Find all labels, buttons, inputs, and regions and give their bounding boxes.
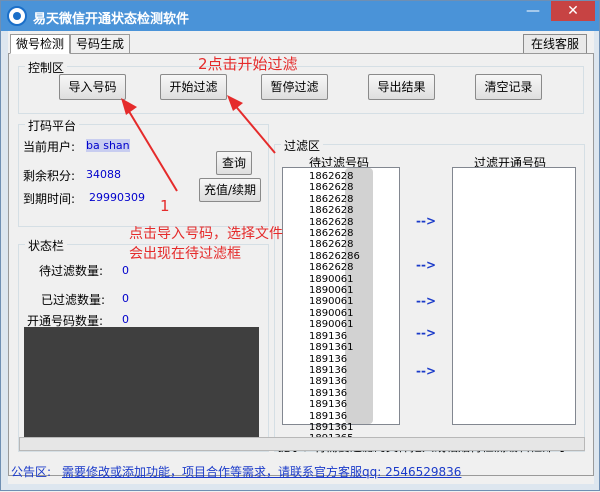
number-line: 1862628 xyxy=(309,239,354,251)
transfer-arrow: --> xyxy=(416,294,437,308)
online-service-button[interactable]: 在线客服 xyxy=(523,34,587,54)
number-line: 189136 xyxy=(309,376,348,388)
title-bar: 易天微信开通状态检测软件 — ✕ xyxy=(1,1,599,31)
minimize-button[interactable]: — xyxy=(519,1,547,21)
main-window: 易天微信开通状态检测软件 — ✕ 微号检测 号码生成 在线客服 控制区 导入号码… xyxy=(0,0,600,491)
filtered-count-label: 已过滤数量: xyxy=(41,293,106,307)
number-line: 1862628 xyxy=(309,193,354,205)
opened-numbers-output[interactable] xyxy=(452,167,576,425)
filtered-count-value: 0 xyxy=(122,292,129,305)
number-line: 189136 xyxy=(309,387,348,399)
pending-numbers-list: 1862628 1862628 1862628 1862628 1862628 18626… xyxy=(309,171,360,445)
pending-count-label: 待过滤数量: xyxy=(39,264,104,278)
annotation-step2: 2点击开始过滤 xyxy=(198,55,298,73)
number-line: 1862628 xyxy=(309,228,354,240)
number-line: 1862628 xyxy=(309,216,354,228)
number-line: 1890061 xyxy=(309,296,354,308)
status-group-title: 状态栏 xyxy=(25,237,68,254)
notice-link[interactable]: 需要修改或添加功能，项目合作等需求，请联系官方客服qq: 2546529836 xyxy=(62,463,461,480)
number-line: 1862628 xyxy=(309,182,354,194)
import-numbers-button[interactable]: 导入号码 xyxy=(59,74,126,100)
tab-content: 控制区 导入号码 开始过滤 暂停过滤 导出结果 清空记录 打码平台 当前用户: … xyxy=(8,53,594,476)
notice-label: 公告区: xyxy=(11,465,52,479)
expire-label: 到期时间: xyxy=(23,192,76,206)
tab-number-generate[interactable]: 号码生成 xyxy=(70,34,131,54)
number-line: 1891361 xyxy=(309,342,354,354)
number-line: 189136 xyxy=(309,353,348,365)
number-line: 1890061 xyxy=(309,307,354,319)
transfer-arrow: --> xyxy=(416,214,437,228)
number-line: 1890061 xyxy=(309,319,354,331)
annotation-note-line1: 点击导入号码，选择文件 xyxy=(129,226,283,242)
number-line: 1862628 xyxy=(309,171,354,182)
number-line: 189136 xyxy=(309,330,348,342)
transfer-arrow: --> xyxy=(416,326,437,340)
start-filter-button[interactable]: 开始过滤 xyxy=(160,74,227,100)
number-line: 18626286 xyxy=(309,250,360,262)
points-value: 34088 xyxy=(86,168,121,181)
pending-count-value: 0 xyxy=(122,264,129,277)
number-line: 1862628 xyxy=(309,262,354,274)
close-button[interactable]: ✕ xyxy=(551,1,595,21)
number-line: 1890061 xyxy=(309,285,354,297)
app-logo-icon xyxy=(7,6,27,26)
points-label: 剩余积分: xyxy=(23,169,76,183)
progress-bar xyxy=(19,437,585,451)
query-button[interactable]: 查询 xyxy=(216,151,252,175)
opened-count-value: 0 xyxy=(122,313,129,326)
annotation-step1: 1 xyxy=(160,197,170,215)
number-line: 189136 xyxy=(309,399,348,411)
filter-group-title: 过滤区 xyxy=(281,137,324,154)
number-line: 189136 xyxy=(309,410,348,422)
recharge-button[interactable]: 充值/续期 xyxy=(199,178,261,202)
export-results-button[interactable]: 导出结果 xyxy=(368,74,435,100)
clear-records-button[interactable]: 清空记录 xyxy=(475,74,542,100)
number-line: 1891361 xyxy=(309,421,354,433)
transfer-arrow: --> xyxy=(416,258,437,272)
client-area: 微号检测 号码生成 在线客服 控制区 导入号码 开始过滤 暂停过滤 导出结果 清… xyxy=(8,31,594,484)
annotation-note-line2: 会出现在待过滤框 xyxy=(129,246,241,262)
tab-number-check[interactable]: 微号检测 xyxy=(10,34,71,54)
number-line: 1890061 xyxy=(309,273,354,285)
log-panel xyxy=(24,327,259,446)
number-line: 189136 xyxy=(309,364,348,376)
number-line: 1862628 xyxy=(309,205,354,217)
expire-value: 29990309 xyxy=(89,191,145,204)
user-label: 当前用户: xyxy=(23,140,76,154)
transfer-arrow: --> xyxy=(416,364,437,378)
user-value: ba shan xyxy=(86,139,130,152)
platform-group-title: 打码平台 xyxy=(25,117,80,134)
pause-filter-button[interactable]: 暂停过滤 xyxy=(261,74,328,100)
pending-numbers-input[interactable]: 1862628 1862628 1862628 1862628 1862628 18626… xyxy=(282,167,400,444)
window-title: 易天微信开通状态检测软件 xyxy=(33,12,190,27)
